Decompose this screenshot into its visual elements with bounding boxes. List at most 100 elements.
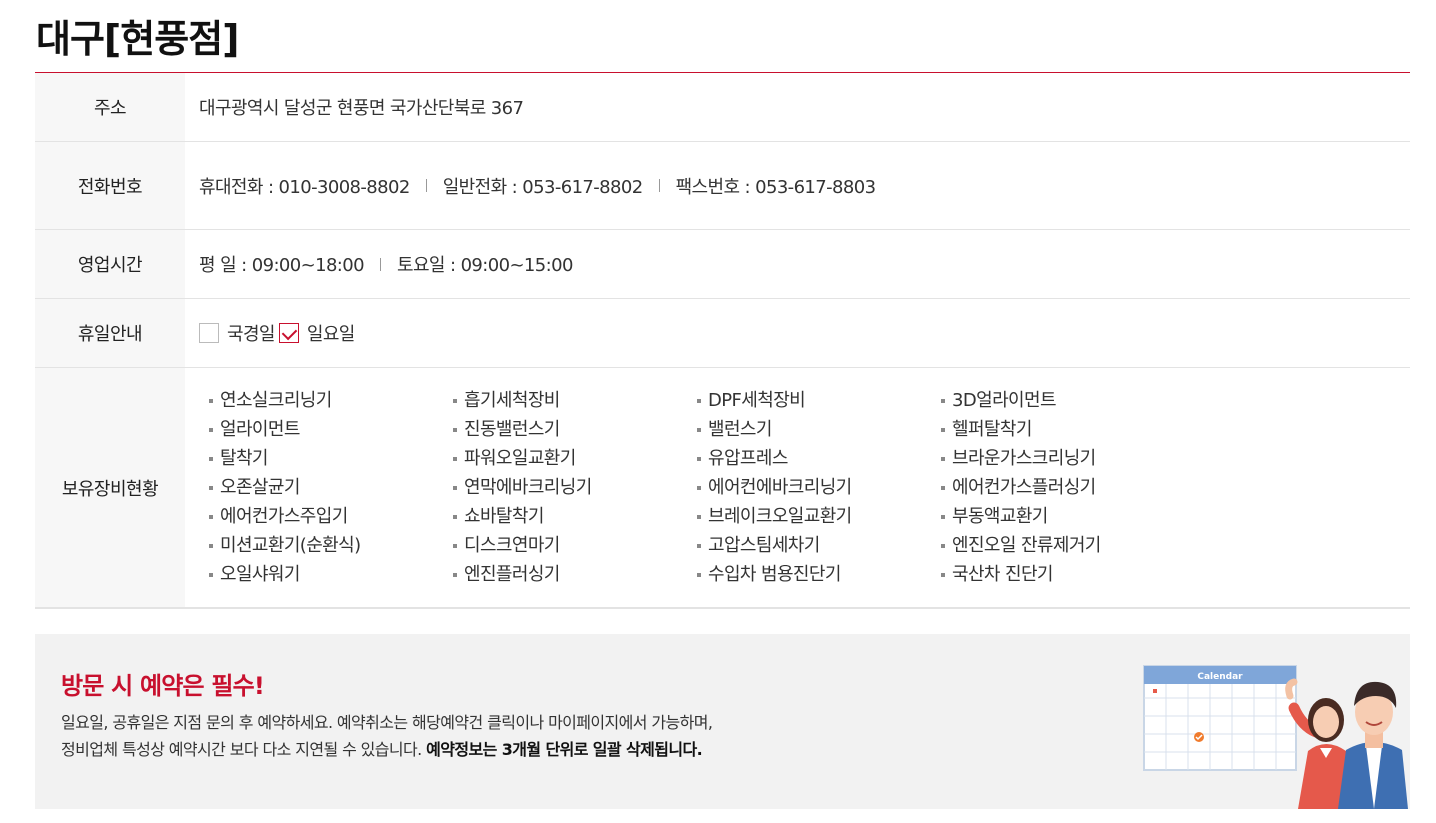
equipment-item: 연막에바크리닝기 — [453, 475, 697, 501]
bullet-icon — [453, 514, 457, 519]
holiday-options: 국경일 일요일 — [185, 299, 1410, 367]
weekday-hours: 평 일 : 09:00~18:00 — [199, 255, 365, 276]
calendar-staff-illustration: Calendar — [1143, 665, 1408, 809]
bullet-icon — [453, 456, 457, 461]
equipment-item-label: 쇼바탈착기 — [464, 505, 544, 527]
bullet-icon — [209, 398, 213, 403]
equipment-item-label: 에어컨에바크리닝기 — [708, 476, 852, 498]
equipment-item-label: 오일샤워기 — [220, 563, 300, 585]
equipment-item: 3D얼라이먼트 — [941, 388, 1185, 414]
bullet-icon — [697, 514, 701, 519]
equipment-item-label: 3D얼라이먼트 — [952, 389, 1057, 411]
fax-number: 팩스번호 : 053-617-8803 — [675, 176, 876, 198]
hours-label: 영업시간 — [35, 230, 185, 298]
equipment-item: 엔진플러싱기 — [453, 562, 697, 588]
hours-values: 평 일 : 09:00~18:00 토요일 : 09:00~15:00 — [185, 230, 1410, 298]
bullet-icon — [941, 398, 945, 403]
notice-line-2-bold: 예약정보는 3개월 단위로 일괄 삭제됩니다. — [426, 740, 703, 759]
equipment-item: 브라운가스크리닝기 — [941, 446, 1185, 472]
holiday-row: 휴일안내 국경일 일요일 — [35, 299, 1410, 368]
phone-row: 전화번호 휴대전화 : 010-3008-8802 일반전화 : 053-617… — [35, 142, 1410, 230]
bullet-icon — [453, 572, 457, 577]
calendar-label: Calendar — [1197, 672, 1243, 682]
equipment-item-label: 얼라이먼트 — [220, 418, 300, 440]
bullet-icon — [941, 514, 945, 519]
bullet-icon — [941, 572, 945, 577]
equipment-item: 헬퍼탈착기 — [941, 417, 1185, 443]
equipment-item: 진동밸런스기 — [453, 417, 697, 443]
equipment-item: DPF세척장비 — [697, 388, 941, 414]
bullet-icon — [453, 398, 457, 403]
national-holiday-label: 국경일 — [227, 324, 275, 345]
equipment-item: 부동액교환기 — [941, 504, 1185, 530]
equipment-item-label: 엔진오일 잔류제거기 — [952, 534, 1101, 556]
equipment-item-label: 엔진플러싱기 — [464, 563, 560, 585]
sunday-checkbox[interactable] — [278, 323, 299, 343]
bullet-icon — [697, 485, 701, 490]
equipment-item: 유압프레스 — [697, 446, 941, 472]
equipment-item: 얼라이먼트 — [209, 417, 453, 443]
bullet-icon — [209, 572, 213, 577]
calendar-icon: Calendar — [1143, 665, 1297, 771]
equipment-item-label: 탈착기 — [220, 447, 268, 469]
equipment-item: 수입차 범용진단기 — [697, 562, 941, 588]
equipment-item-label: 파워오일교환기 — [464, 447, 576, 469]
equipment-item-label: DPF세척장비 — [708, 389, 806, 411]
bullet-icon — [941, 427, 945, 432]
notice-line-2: 정비업체 특성상 예약시간 보다 다소 지연될 수 있습니다. — [61, 740, 427, 759]
holiday-label: 휴일안내 — [35, 299, 185, 367]
equipment-item: 연소실크리닝기 — [209, 388, 453, 414]
equipment-item-label: 디스크연마기 — [464, 534, 560, 556]
divider — [425, 179, 427, 192]
equipment-values: 연소실크리닝기 흡기세척장비 DPF세척장비 3D얼라이먼트얼라이먼트 진동밸런스기 밸런… — [185, 368, 1410, 607]
address-value: 대구광역시 달성군 현풍면 국가산단북로 367 — [199, 98, 524, 119]
notice-text: 일요일, 공휴일은 지점 문의 후 예약하세요. 예약취소는 해당예약건 클릭이… — [61, 709, 713, 763]
equipment-item: 오일샤워기 — [209, 562, 453, 588]
bullet-icon — [209, 514, 213, 519]
divider — [658, 179, 660, 192]
phone-label: 전화번호 — [35, 142, 185, 229]
equipment-item-label: 오존살균기 — [220, 476, 300, 498]
equipment-item-label: 국산차 진단기 — [952, 563, 1053, 585]
bullet-icon — [697, 543, 701, 548]
bullet-icon — [209, 543, 213, 548]
reservation-notice: 방문 시 예약은 필수! 일요일, 공휴일은 지점 문의 후 예약하세요. 예약… — [35, 634, 1410, 809]
equipment-item-label: 유압프레스 — [708, 447, 788, 469]
bullet-icon — [941, 456, 945, 461]
equipment-item: 고압스팀세차기 — [697, 533, 941, 559]
bullet-icon — [941, 543, 945, 548]
man-figure — [1338, 681, 1408, 809]
landline-phone: 일반전화 : 053-617-8802 — [442, 176, 643, 198]
equipment-item-label: 헬퍼탈착기 — [952, 418, 1032, 440]
bullet-icon — [697, 427, 701, 432]
equipment-item-label: 미션교환기(순환식) — [220, 534, 361, 556]
equipment-item-label: 브레이크오일교환기 — [708, 505, 852, 527]
equipment-item: 파워오일교환기 — [453, 446, 697, 472]
divider — [379, 257, 381, 271]
bullet-icon — [209, 485, 213, 490]
address-row: 주소 대구광역시 달성군 현풍면 국가산단북로 367 — [35, 73, 1410, 142]
bullet-icon — [453, 485, 457, 490]
equipment-item: 국산차 진단기 — [941, 562, 1185, 588]
equipment-item-label: 부동액교환기 — [952, 505, 1048, 527]
equipment-list: 연소실크리닝기 흡기세척장비 DPF세척장비 3D얼라이먼트얼라이먼트 진동밸런스기 밸런… — [199, 388, 1185, 588]
bullet-icon — [453, 427, 457, 432]
equipment-item: 미션교환기(순환식) — [209, 533, 453, 559]
equipment-item: 탈착기 — [209, 446, 453, 472]
equipment-item: 쇼바탈착기 — [453, 504, 697, 530]
bullet-icon — [697, 572, 701, 577]
saturday-hours: 토요일 : 09:00~15:00 — [396, 255, 573, 276]
equipment-item: 밸런스기 — [697, 417, 941, 443]
equipment-item: 에어컨에바크리닝기 — [697, 475, 941, 501]
national-holiday-checkbox[interactable] — [199, 323, 219, 343]
equipment-label: 보유장비현황 — [35, 368, 185, 607]
equipment-item-label: 밸런스기 — [708, 418, 772, 440]
equipment-item: 오존살균기 — [209, 475, 453, 501]
notice-title: 방문 시 예약은 필수! — [61, 672, 265, 700]
equipment-item-label: 고압스팀세차기 — [708, 534, 820, 556]
bullet-icon — [453, 543, 457, 548]
equipment-item: 에어컨가스플러싱기 — [941, 475, 1185, 501]
branch-info-table: 주소 대구광역시 달성군 현풍면 국가산단북로 367 전화번호 휴대전화 : … — [35, 72, 1410, 609]
phone-values: 휴대전화 : 010-3008-8802 일반전화 : 053-617-8802… — [185, 142, 1410, 229]
equipment-item: 흡기세척장비 — [453, 388, 697, 414]
